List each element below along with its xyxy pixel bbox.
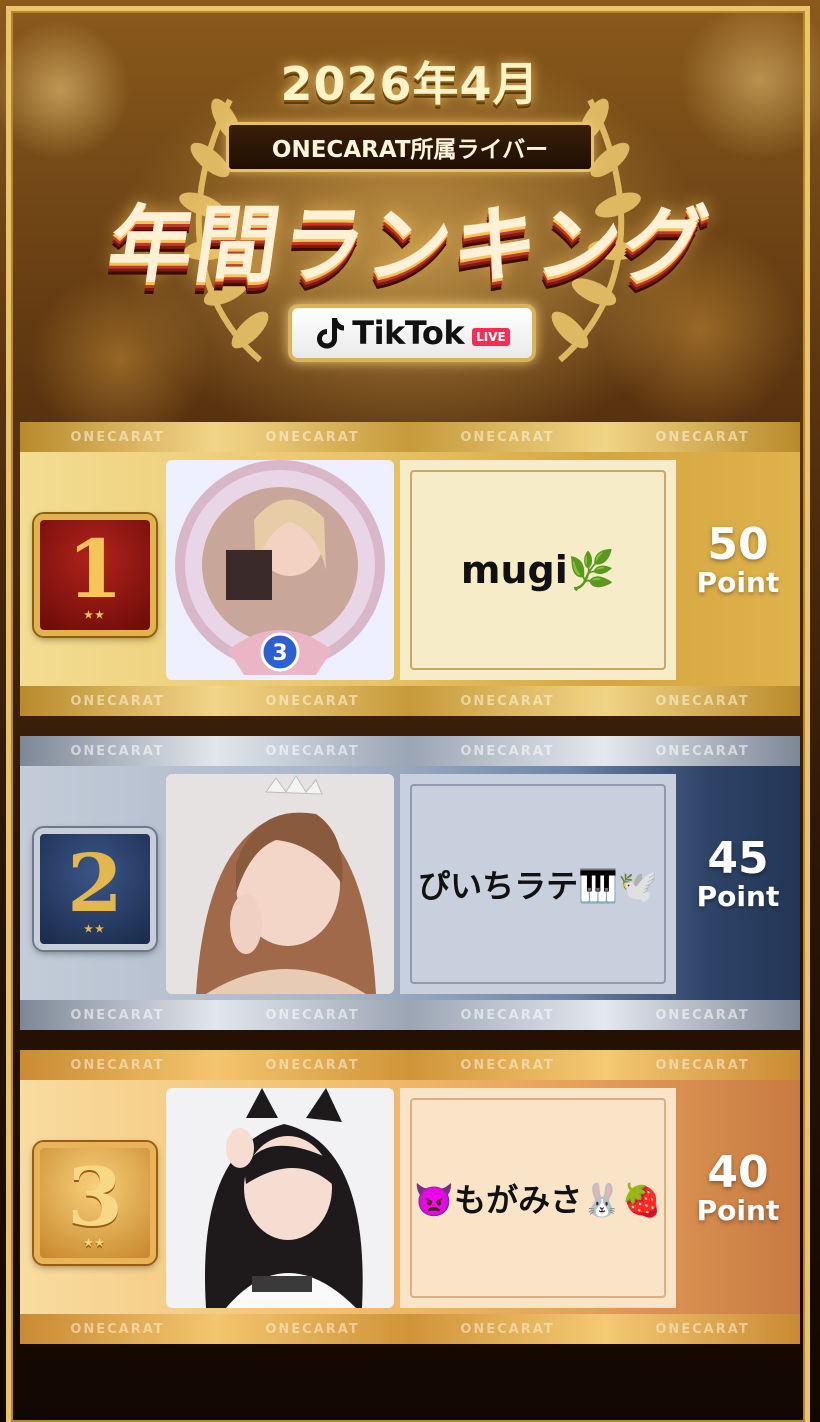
header: 2026年4月 ONECARAT所属ライバー 年間ランキング TikTok LI…: [0, 0, 820, 400]
brand-label: ONECARAT: [70, 1057, 165, 1073]
rank-number: 2: [67, 836, 123, 930]
stars-icon: ★★: [84, 1238, 106, 1249]
brand-label: ONECARAT: [70, 1321, 165, 1337]
rank-badge: 2 ★★: [34, 828, 156, 950]
brand-label: ONECARAT: [265, 429, 360, 445]
points-unit: Point: [696, 566, 780, 599]
brand-label: ONECARAT: [655, 1057, 750, 1073]
tiktok-icon: [317, 318, 345, 349]
points-value: 45: [707, 833, 769, 884]
points-display: 50 Point: [684, 522, 792, 598]
brand-label: ONECARAT: [655, 693, 750, 709]
brand-label: ONECARAT: [460, 1321, 555, 1337]
brand-label: ONECARAT: [460, 743, 555, 759]
points-display: 45 Point: [684, 836, 792, 912]
rank-number: 3: [67, 1150, 123, 1244]
liver-name: 👿もがみさ🐰🍓: [414, 1181, 662, 1219]
liver-photo: [166, 1088, 394, 1308]
brand-label: ONECARAT: [655, 1321, 750, 1337]
brand-strip: ONECARAT ONECARAT ONECARAT ONECARAT: [20, 736, 800, 766]
brand-label: ONECARAT: [460, 693, 555, 709]
liver-name-panel: mugi🌿: [400, 460, 676, 680]
brand-label: ONECARAT: [70, 693, 165, 709]
points-unit: Point: [696, 880, 780, 913]
points-value: 50: [707, 519, 769, 570]
card-body: 1 ★★ 3 mugi🌿 50 Point: [20, 452, 800, 686]
points-value: 40: [707, 1147, 769, 1198]
stars-icon: ★★: [84, 924, 106, 935]
brand-label: ONECARAT: [655, 1007, 750, 1023]
live-tag: LIVE: [472, 328, 510, 346]
brand-label: ONECARAT: [460, 429, 555, 445]
brand-label: ONECARAT: [655, 429, 750, 445]
brand-strip: ONECARAT ONECARAT ONECARAT ONECARAT: [20, 1050, 800, 1080]
brand-strip: ONECARAT ONECARAT ONECARAT ONECARAT: [20, 1000, 800, 1030]
ranking-card-3: ONECARAT ONECARAT ONECARAT ONECARAT 3 ★★: [20, 1050, 800, 1344]
brand-strip: ONECARAT ONECARAT ONECARAT ONECARAT: [20, 686, 800, 716]
liver-photo: [166, 774, 394, 994]
agency-ribbon: ONECARAT所属ライバー: [226, 122, 594, 172]
ranking-card-1: ONECARAT ONECARAT ONECARAT ONECARAT 1 ★★: [20, 422, 800, 716]
brand-label: ONECARAT: [265, 743, 360, 759]
liver-photo: 3: [166, 460, 394, 680]
brand-label: ONECARAT: [70, 743, 165, 759]
brand-label: ONECARAT: [460, 1007, 555, 1023]
liver-name-panel: ぴいちラテ🎹🕊️: [400, 774, 676, 994]
liver-name: ぴいちラテ🎹🕊️: [418, 867, 658, 905]
ranking-card-2: ONECARAT ONECARAT ONECARAT ONECARAT 2 ★★: [20, 736, 800, 1030]
brand-label: ONECARAT: [265, 693, 360, 709]
points-unit: Point: [696, 1194, 780, 1227]
tiktok-live-badge: TikTok LIVE: [288, 304, 536, 362]
rank-number: 1: [67, 522, 123, 616]
ranking-period: 2026年4月: [280, 57, 540, 111]
brand-strip: ONECARAT ONECARAT ONECARAT ONECARAT: [20, 422, 800, 452]
liver-name: mugi🌿: [460, 547, 616, 592]
svg-text:3: 3: [272, 641, 287, 666]
brand-label: ONECARAT: [265, 1057, 360, 1073]
brand-strip: ONECARAT ONECARAT ONECARAT ONECARAT: [20, 1314, 800, 1344]
page-title: 年間ランキング: [102, 196, 716, 294]
liver-name-panel: 👿もがみさ🐰🍓: [400, 1088, 676, 1308]
agency-label: ONECARAT所属ライバー: [271, 137, 549, 163]
tiktok-label: TikTok: [352, 314, 465, 352]
ranking-page: 2026年4月 ONECARAT所属ライバー 年間ランキング TikTok LI…: [0, 0, 820, 1422]
brand-label: ONECARAT: [70, 429, 165, 445]
brand-label: ONECARAT: [265, 1007, 360, 1023]
brand-label: ONECARAT: [265, 1321, 360, 1337]
points-display: 40 Point: [684, 1150, 792, 1226]
card-body: 2 ★★ ぴいちラテ🎹🕊️ 45 Point: [20, 766, 800, 1000]
stars-icon: ★★: [84, 610, 106, 621]
card-body: 3 ★★ 👿もがみさ🐰🍓 40 Point: [20, 1080, 800, 1314]
rank-badge: 1 ★★: [34, 514, 156, 636]
brand-label: ONECARAT: [460, 1057, 555, 1073]
brand-label: ONECARAT: [70, 1007, 165, 1023]
brand-label: ONECARAT: [655, 743, 750, 759]
rank-badge: 3 ★★: [34, 1142, 156, 1264]
